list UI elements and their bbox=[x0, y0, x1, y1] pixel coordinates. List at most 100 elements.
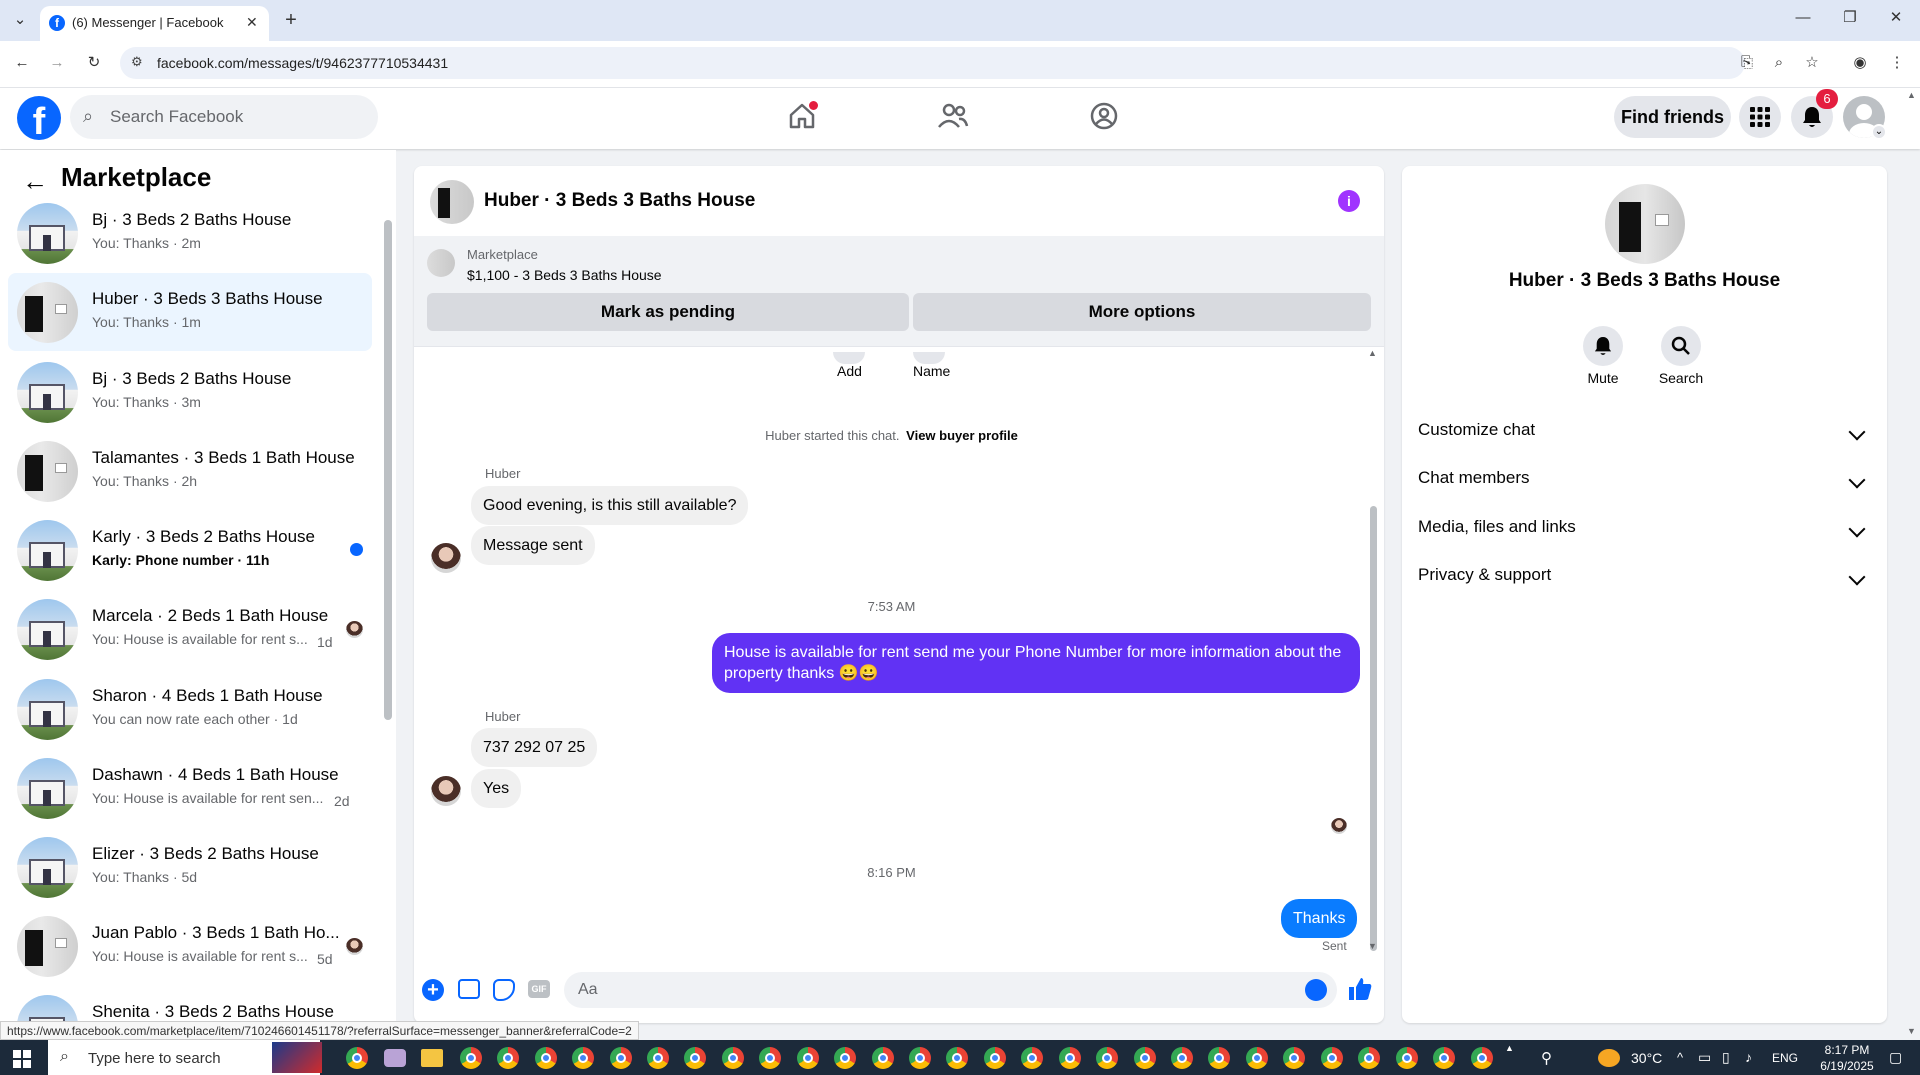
account-chevron-icon[interactable]: ⌄ bbox=[1871, 124, 1887, 140]
language-indicator[interactable]: ENG bbox=[1772, 1051, 1798, 1065]
close-tab-icon[interactable]: ✕ bbox=[246, 14, 258, 31]
page-scroll-down-icon[interactable]: ▼ bbox=[1907, 1026, 1916, 1036]
chrome-taskbar-icon[interactable] bbox=[1208, 1047, 1230, 1069]
tray-chevron-icon[interactable]: ^ bbox=[1677, 1050, 1683, 1065]
browser-menu-icon[interactable]: ⋮ bbox=[1887, 53, 1907, 73]
chrome-taskbar-icon[interactable] bbox=[909, 1047, 931, 1069]
listing-mini-thumb[interactable] bbox=[427, 249, 455, 277]
notification-center-icon[interactable]: ▢ bbox=[1889, 1049, 1902, 1066]
menu-grid-icon[interactable] bbox=[1739, 96, 1781, 138]
chrome-taskbar-icon[interactable] bbox=[1471, 1047, 1493, 1069]
info-icon[interactable]: i bbox=[1338, 190, 1360, 212]
temperature[interactable]: 30°C bbox=[1631, 1050, 1662, 1066]
sender-avatar[interactable] bbox=[431, 543, 461, 573]
chat-members-section[interactable]: Chat members bbox=[1418, 468, 1873, 506]
emoji-icon[interactable] bbox=[1305, 979, 1327, 1001]
address-bar[interactable]: ⚙ facebook.com/messages/t/94623777105344… bbox=[120, 47, 1745, 79]
chrome-taskbar-icon[interactable] bbox=[1358, 1047, 1380, 1069]
chrome-taskbar-icon[interactable] bbox=[1171, 1047, 1193, 1069]
profile-icon[interactable]: ◉ bbox=[1850, 53, 1870, 73]
chrome-taskbar-icon[interactable] bbox=[346, 1047, 368, 1069]
privacy-support-section[interactable]: Privacy & support bbox=[1418, 565, 1873, 603]
chat-avatar[interactable] bbox=[430, 180, 474, 224]
page-scroll-up-icon[interactable]: ▲ bbox=[1907, 90, 1916, 100]
chat-title[interactable]: Huber · 3 Beds 3 Baths House bbox=[484, 190, 755, 212]
chrome-taskbar-icon[interactable] bbox=[797, 1047, 819, 1069]
media-files-links-section[interactable]: Media, files and links bbox=[1418, 517, 1873, 555]
chrome-taskbar-icon[interactable] bbox=[984, 1047, 1006, 1069]
minimize-icon[interactable]: — bbox=[1793, 8, 1813, 28]
find-friends-button[interactable]: Find friends bbox=[1614, 96, 1731, 138]
network-icon[interactable]: ▭ bbox=[1698, 1049, 1711, 1066]
conversation-item[interactable]: Marcela · 2 Beds 1 Bath House You: House… bbox=[8, 590, 372, 668]
weather-icon[interactable] bbox=[1598, 1049, 1620, 1067]
volume-icon[interactable]: ♪ bbox=[1745, 1049, 1752, 1065]
chrome-taskbar-icon[interactable] bbox=[1433, 1047, 1455, 1069]
chrome-taskbar-icon[interactable] bbox=[647, 1047, 669, 1069]
sticker-icon[interactable] bbox=[493, 979, 515, 1001]
site-info-icon[interactable]: ⚙ bbox=[131, 54, 143, 70]
customize-chat-section[interactable]: Customize chat bbox=[1418, 420, 1873, 458]
incoming-message[interactable]: Message sent bbox=[471, 526, 595, 565]
message-input[interactable]: Aa bbox=[564, 972, 1337, 1008]
thumbs-up-icon[interactable] bbox=[1347, 976, 1373, 1002]
conversation-item[interactable]: Karly · 3 Beds 2 Baths House Karly: Phon… bbox=[8, 511, 372, 589]
conversation-item[interactable]: Shenita · 3 Beds 2 Baths House bbox=[8, 986, 372, 1025]
chrome-taskbar-icon[interactable] bbox=[946, 1047, 968, 1069]
home-icon[interactable] bbox=[787, 101, 818, 131]
chat-scrollbar[interactable] bbox=[1370, 506, 1377, 951]
people-icon[interactable]: ⚲ bbox=[1541, 1049, 1552, 1067]
view-buyer-profile-link[interactable]: View buyer profile bbox=[906, 428, 1018, 443]
more-options-button[interactable]: More options bbox=[913, 293, 1371, 331]
install-app-icon[interactable]: ⎘ bbox=[1737, 53, 1757, 73]
new-tab-icon[interactable]: + bbox=[281, 10, 301, 30]
gif-icon[interactable]: GIF bbox=[528, 980, 550, 998]
chrome-taskbar-icon[interactable] bbox=[535, 1047, 557, 1069]
conversation-item[interactable]: Dashawn · 4 Beds 1 Bath House You: House… bbox=[8, 749, 372, 827]
incoming-message[interactable]: Good evening, is this still available? bbox=[471, 486, 749, 525]
photo-icon[interactable] bbox=[458, 979, 480, 999]
sidebar-scrollbar[interactable] bbox=[384, 220, 392, 720]
chrome-taskbar-icon[interactable] bbox=[460, 1047, 482, 1069]
outgoing-message[interactable]: Thanks bbox=[1281, 899, 1358, 938]
tab-search-chevron-icon[interactable]: ⌄ bbox=[10, 10, 30, 30]
close-window-icon[interactable]: ✕ bbox=[1886, 8, 1906, 28]
chrome-taskbar-icon[interactable] bbox=[759, 1047, 781, 1069]
conversation-item[interactable]: Sharon · 4 Beds 1 Bath House You can now… bbox=[8, 670, 372, 748]
scroll-down-icon[interactable]: ▼ bbox=[1368, 941, 1377, 951]
chrome-taskbar-icon[interactable] bbox=[1134, 1047, 1156, 1069]
conversation-item[interactable]: Elizer · 3 Beds 2 Baths House You: Thank… bbox=[8, 828, 372, 906]
plus-icon[interactable]: + bbox=[422, 979, 444, 1001]
chrome-taskbar-icon[interactable] bbox=[722, 1047, 744, 1069]
chrome-taskbar-icon[interactable] bbox=[684, 1047, 706, 1069]
groups-icon[interactable] bbox=[1089, 101, 1119, 131]
conversation-item[interactable]: Talamantes · 3 Beds 1 Bath House You: Th… bbox=[8, 432, 372, 510]
back-arrow-icon[interactable]: ← bbox=[22, 166, 48, 197]
browser-tab[interactable]: f (6) Messenger | Facebook ✕ bbox=[40, 6, 269, 41]
incoming-message[interactable]: Yes bbox=[471, 769, 522, 808]
reload-icon[interactable]: ↻ bbox=[84, 53, 104, 73]
conversation-item[interactable]: Bj · 3 Beds 2 Baths House You: Thanks · … bbox=[8, 353, 372, 431]
chrome-taskbar-icon[interactable] bbox=[610, 1047, 632, 1069]
incoming-message[interactable]: 737 292 07 25 bbox=[471, 728, 598, 767]
friends-icon[interactable] bbox=[937, 101, 969, 131]
clock-date[interactable]: 6/19/2025 bbox=[1816, 1059, 1878, 1073]
chrome-taskbar-icon[interactable] bbox=[834, 1047, 856, 1069]
mark-as-pending-button[interactable]: Mark as pending bbox=[427, 293, 909, 331]
app-taskbar-icon[interactable] bbox=[384, 1049, 406, 1067]
maximize-icon[interactable]: ❐ bbox=[1840, 8, 1860, 28]
taskbar-scroll-icon[interactable]: ▲ bbox=[1505, 1043, 1514, 1053]
forward-icon[interactable]: → bbox=[47, 53, 67, 73]
banner-item[interactable]: $1,100 - 3 Beds 3 Baths House bbox=[467, 267, 662, 283]
file-explorer-icon[interactable] bbox=[421, 1049, 443, 1067]
outgoing-message[interactable]: House is available for rent send me your… bbox=[712, 633, 1360, 693]
scroll-up-icon[interactable]: ▲ bbox=[1368, 348, 1377, 358]
chrome-taskbar-icon[interactable] bbox=[872, 1047, 894, 1069]
sender-avatar[interactable] bbox=[431, 776, 461, 806]
conversation-item-active[interactable]: Huber · 3 Beds 3 Baths House You: Thanks… bbox=[8, 273, 372, 351]
search-facebook-input[interactable]: ⌕ Search Facebook bbox=[70, 95, 378, 139]
details-avatar[interactable] bbox=[1605, 184, 1685, 264]
chrome-taskbar-icon[interactable] bbox=[1059, 1047, 1081, 1069]
chrome-taskbar-icon[interactable] bbox=[572, 1047, 594, 1069]
battery-icon[interactable]: ▯ bbox=[1722, 1049, 1730, 1066]
